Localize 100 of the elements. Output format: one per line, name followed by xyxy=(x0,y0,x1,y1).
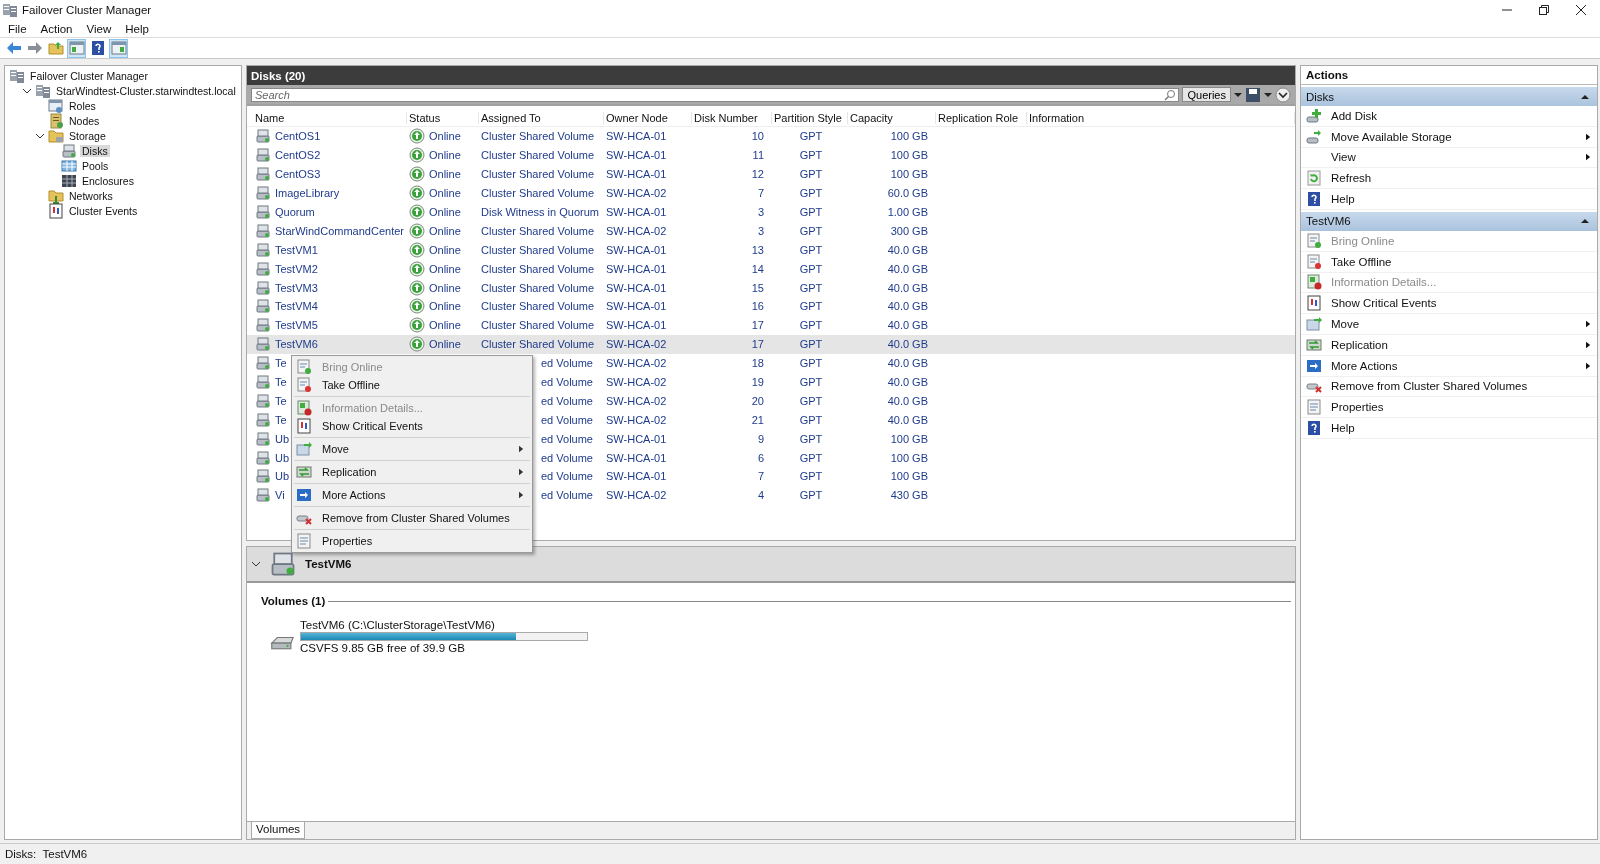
table-cell: 40.0 GB xyxy=(887,376,928,388)
column-header[interactable]: Disk Number xyxy=(692,112,772,124)
pane-command[interactable]: Show Critical Events xyxy=(1301,293,1597,315)
table-cell: GPT xyxy=(799,243,823,256)
online-icon xyxy=(409,185,425,202)
table-cell: Online xyxy=(429,262,461,275)
collapse-icon[interactable] xyxy=(1275,86,1291,103)
column-header[interactable]: Capacity xyxy=(848,112,936,124)
pane-command[interactable]: Refresh xyxy=(1301,168,1597,190)
table-cell: SW-HCA-01 xyxy=(606,130,667,143)
menu-item[interactable]: Help xyxy=(125,22,149,35)
menu-item[interactable]: Properties xyxy=(294,532,530,550)
dropdown-arrow-icon[interactable] xyxy=(1234,90,1242,99)
column-header[interactable]: Owner Node xyxy=(604,112,692,124)
table-cell: GPT xyxy=(799,338,823,351)
table-cell: SW-HCA-01 xyxy=(606,168,667,181)
pane-command[interactable]: Add Disk xyxy=(1301,106,1597,127)
table-cell: 40.0 GB xyxy=(887,243,928,256)
table-cell: StarWindCommandCenter xyxy=(275,224,404,237)
server-stack-icon xyxy=(35,82,51,99)
table-cell: 9 xyxy=(757,432,764,445)
tab[interactable]: Volumes xyxy=(251,822,306,839)
pane-command[interactable]: Replication xyxy=(1301,334,1597,356)
pane-command[interactable]: Take Offline xyxy=(1301,251,1597,273)
column-header[interactable]: Assigned To xyxy=(479,112,604,124)
pane-command[interactable]: Help xyxy=(1301,418,1597,439)
dropdown-arrow-icon[interactable] xyxy=(1264,90,1272,99)
table-cell: 21 xyxy=(751,413,764,426)
section-title: Disks xyxy=(1306,90,1335,103)
pane-command[interactable]: Remove from Cluster Shared Volumes xyxy=(1301,376,1597,398)
table-cell: Cluster Shared Volume xyxy=(481,130,595,143)
help-icon xyxy=(1306,191,1322,208)
table-cell: Cluster Shared Volume xyxy=(481,149,595,162)
search-field[interactable]: Search xyxy=(251,87,1180,102)
menu-item[interactable]: Move xyxy=(294,440,530,458)
menu-item[interactable]: Remove from Cluster Shared Volumes xyxy=(294,509,530,527)
pane-command[interactable]: Move Available Storage xyxy=(1301,126,1597,148)
table-cell: TestVM3 xyxy=(275,281,318,294)
table-cell: 7 xyxy=(757,187,764,200)
tree-item[interactable]: Enclosures xyxy=(80,174,136,187)
table-cell: GPT xyxy=(799,281,823,294)
pane-command[interactable]: View xyxy=(1301,147,1597,169)
table-cell: Online xyxy=(429,281,461,294)
menu-item[interactable]: File xyxy=(8,22,27,35)
disk-icon xyxy=(255,185,271,202)
tree-item[interactable]: Disks xyxy=(80,144,110,157)
tree-item[interactable]: Pools xyxy=(80,159,111,172)
tree-item[interactable]: Cluster Events xyxy=(67,204,140,217)
chevron-icon[interactable] xyxy=(251,559,261,569)
table-cell: GPT xyxy=(799,357,823,370)
pane-command[interactable]: More Actions xyxy=(1301,355,1597,377)
column-header[interactable]: Partition Style xyxy=(772,112,848,124)
menu-item[interactable]: View xyxy=(86,22,112,35)
collapse-arrow-icon[interactable] xyxy=(1581,218,1589,225)
queries-button[interactable]: Queries xyxy=(1182,87,1231,102)
network-folder-icon xyxy=(48,187,64,204)
table-cell: Cluster Shared Volume xyxy=(481,243,595,256)
pane-command[interactable]: Properties xyxy=(1301,397,1597,419)
menu-item[interactable]: More Actions xyxy=(294,486,530,504)
menu-item[interactable]: Replication xyxy=(294,463,530,481)
volume-label: TestVM6 (C:\ClusterStorage\TestVM6) xyxy=(300,619,496,631)
table-cell: Ub xyxy=(275,451,290,464)
tree-item[interactable]: Failover Cluster Manager xyxy=(28,69,150,82)
table-cell: 6 xyxy=(757,451,764,464)
table-cell: 20 xyxy=(751,394,764,407)
column-header[interactable]: Information xyxy=(1027,112,1295,124)
table-cell: Cluster Shared Volume xyxy=(481,224,595,237)
disk-icon xyxy=(255,449,271,466)
submenu-arrow-icon xyxy=(1586,340,1591,349)
table-cell: 16 xyxy=(751,300,764,313)
disk-icon xyxy=(269,550,297,578)
submenu-arrow-icon xyxy=(519,491,524,499)
section-header[interactable]: Disks xyxy=(1301,87,1597,106)
column-header[interactable]: Name xyxy=(253,112,407,124)
tree-item[interactable]: StarWindtest-Cluster.starwindtest.local xyxy=(54,84,238,97)
collapse-arrow-icon[interactable] xyxy=(1581,93,1589,100)
tree-item[interactable]: Roles xyxy=(67,99,98,112)
table-cell: TestVM6 xyxy=(275,338,318,351)
menu-item[interactable]: Show Critical Events xyxy=(294,417,530,435)
menu-item[interactable]: Action xyxy=(40,22,73,35)
section-header[interactable]: TestVM6 xyxy=(1301,212,1597,231)
column-header[interactable]: Replication Role xyxy=(936,112,1027,124)
table-cell: 3 xyxy=(757,224,764,237)
table-cell: ed Volume xyxy=(541,394,593,407)
table-cell: 1.00 GB xyxy=(887,206,928,218)
save-icon[interactable] xyxy=(1245,86,1261,103)
table-cell: 300 GB xyxy=(890,224,928,237)
pane-command[interactable]: Help xyxy=(1301,189,1597,210)
tree-item[interactable]: Networks xyxy=(67,189,115,202)
tree-item[interactable]: Nodes xyxy=(67,114,102,127)
menu-item[interactable]: Take Offline xyxy=(294,376,530,394)
table-cell: SW-HCA-02 xyxy=(606,357,667,370)
pane-command[interactable]: Move xyxy=(1301,314,1597,335)
move-icon xyxy=(1306,316,1322,333)
restore-icon[interactable] xyxy=(1539,5,1549,15)
table-cell: SW-HCA-02 xyxy=(606,338,667,351)
column-header[interactable]: Status xyxy=(407,112,479,124)
close-icon[interactable] xyxy=(1576,5,1586,15)
tree-item[interactable]: Storage xyxy=(67,129,108,142)
server-icon xyxy=(48,112,64,129)
